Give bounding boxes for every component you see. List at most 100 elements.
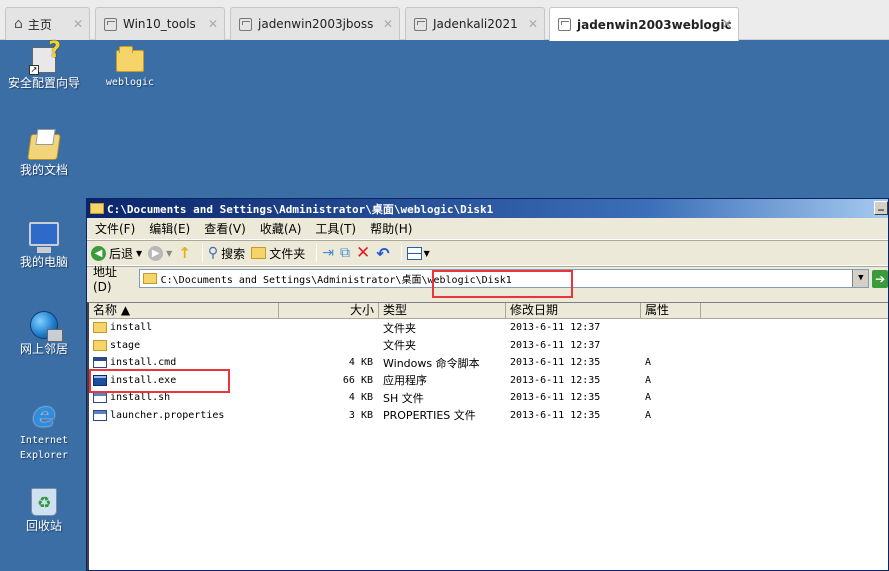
menu-help[interactable]: 帮助(H) xyxy=(370,220,412,237)
file-attributes: A xyxy=(645,374,652,386)
file-row[interactable]: launcher.properties 3 KB PROPERTIES 文件 2… xyxy=(89,407,888,425)
toolbar-separator xyxy=(201,244,203,262)
menu-favorites[interactable]: 收藏(A) xyxy=(260,220,302,237)
column-header-modified[interactable]: 修改日期 xyxy=(506,303,641,318)
tab-jadenwin2003jboss[interactable]: jadenwin2003jboss ✕ xyxy=(230,7,400,40)
up-folder-button[interactable]: ↑ xyxy=(178,244,191,262)
move-to-button[interactable]: ⇥ xyxy=(322,245,334,261)
file-attributes: A xyxy=(645,357,652,369)
menu-view[interactable]: 查看(V) xyxy=(204,220,246,237)
close-icon[interactable]: ✕ xyxy=(383,17,393,31)
properties-file-icon xyxy=(93,409,107,421)
column-header-row: 名称 ▲ 大小 类型 修改日期 属性 xyxy=(89,303,888,319)
column-header-attributes[interactable]: 属性 xyxy=(641,303,701,318)
window-title-bar[interactable]: C:\Documents and Settings\Administrator\… xyxy=(87,199,888,218)
file-type: 应用程序 xyxy=(383,374,427,388)
close-icon[interactable]: ✕ xyxy=(528,17,538,31)
folder-icon xyxy=(116,46,144,72)
tab-home[interactable]: ⌂ 主页 ✕ xyxy=(5,7,90,40)
file-row[interactable]: stage 文件夹 2013-6-11 12:37 xyxy=(89,337,888,355)
vm-tab-bar: ⌂ 主页 ✕ Win10_tools ✕ jadenwin2003jboss ✕… xyxy=(0,0,889,41)
close-icon[interactable]: ✕ xyxy=(722,17,732,31)
vm-icon xyxy=(239,17,252,31)
tab-label: 主页 xyxy=(27,17,52,32)
tab-label: jadenwin2003jboss xyxy=(258,17,374,31)
minimize-button[interactable]: _ xyxy=(874,201,888,215)
desktop-icon-security-wizard[interactable]: ? ↗ 安全配置向导 xyxy=(2,38,86,91)
file-row[interactable]: install 文件夹 2013-6-11 12:37 xyxy=(89,319,888,337)
toolbar-separator xyxy=(316,244,318,262)
dropdown-arrow-icon: ▼ xyxy=(136,248,143,258)
file-modified: 2013-6-11 12:37 xyxy=(510,339,601,351)
file-size: 66 KB xyxy=(342,374,373,386)
column-header-type[interactable]: 类型 xyxy=(379,303,506,318)
dropdown-arrow-icon: ▼ xyxy=(423,248,430,258)
go-button[interactable]: ➔ xyxy=(872,269,888,288)
file-size: 4 KB xyxy=(348,357,373,369)
file-modified: 2013-6-11 12:37 xyxy=(510,322,601,334)
desktop-icon-network-places[interactable]: 网上邻居 xyxy=(2,311,86,357)
file-name: install xyxy=(110,322,153,334)
file-type: 文件夹 xyxy=(383,321,416,335)
file-type: SH 文件 xyxy=(383,391,424,405)
file-modified: 2013-6-11 12:35 xyxy=(510,409,601,421)
menu-file[interactable]: 文件(F) xyxy=(95,220,135,237)
recycle-bin-icon xyxy=(31,488,57,516)
home-icon: ⌂ xyxy=(14,16,23,32)
file-modified: 2013-6-11 12:35 xyxy=(510,392,601,404)
search-label: 搜索 xyxy=(221,246,246,261)
file-type: 文件夹 xyxy=(383,339,416,353)
menu-tools[interactable]: 工具(T) xyxy=(315,220,356,237)
views-button[interactable]: ▼ xyxy=(406,246,430,260)
file-size: 4 KB xyxy=(348,392,373,404)
desktop-icon-my-documents[interactable]: 我的文档 xyxy=(2,134,86,178)
file-modified: 2013-6-11 12:35 xyxy=(510,357,601,369)
column-header-name[interactable]: 名称 ▲ xyxy=(89,303,279,318)
tab-jadenwin2003weblogic[interactable]: jadenwin2003weblogic ✕ xyxy=(549,7,739,41)
toolbar-separator xyxy=(400,244,402,262)
menu-bar: 文件(F) 编辑(E) 查看(V) 收藏(A) 工具(T) 帮助(H) xyxy=(87,218,888,240)
sh-file-icon xyxy=(93,392,107,404)
tab-jadenkali2021[interactable]: Jadenkali2021 ✕ xyxy=(405,7,545,40)
desktop-icon-recycle-bin[interactable]: 回收站 xyxy=(2,488,86,534)
close-icon[interactable]: ✕ xyxy=(73,17,83,31)
folders-button[interactable]: 文件夹 xyxy=(251,245,305,262)
file-attributes: A xyxy=(645,409,652,421)
delete-icon[interactable]: ✕ xyxy=(356,243,370,263)
dropdown-arrow-icon: ▼ xyxy=(166,248,173,258)
back-label: 后退 xyxy=(109,246,134,261)
forward-button[interactable]: ▶ ▼ xyxy=(148,245,173,261)
undo-icon[interactable]: ↶ xyxy=(376,244,389,263)
desktop-icon-weblogic[interactable]: weblogic xyxy=(88,46,172,90)
cmd-script-icon xyxy=(93,357,107,369)
desktop-icon-label: 网上邻居 xyxy=(19,342,68,356)
back-button[interactable]: ◀ 后退 ▼ xyxy=(91,245,142,262)
search-button[interactable]: ⚲ 搜索 xyxy=(208,245,245,262)
copy-to-button[interactable]: ⧉ xyxy=(340,245,350,261)
close-icon[interactable]: ✕ xyxy=(208,17,218,31)
desktop-icon-internet-explorer[interactable]: e Internet Explorer xyxy=(2,398,86,463)
window-title: C:\Documents and Settings\Administrator\… xyxy=(107,202,494,216)
security-wizard-icon: ? ↗ xyxy=(29,38,61,75)
address-dropdown-button[interactable]: ▼ xyxy=(852,270,869,287)
forward-arrow-icon: ▶ xyxy=(148,245,164,261)
toolbar: ◀ 后退 ▼ ▶ ▼ ↑ ⚲ 搜索 文件夹 ⇥ ⧉ ✕ ↶ ▼ xyxy=(87,240,888,266)
folder-icon xyxy=(93,322,107,334)
desktop-icon-label: weblogic xyxy=(105,77,155,88)
my-computer-icon xyxy=(29,222,59,253)
my-documents-icon xyxy=(27,134,61,160)
file-name: install.cmd xyxy=(110,357,177,369)
column-header-size[interactable]: 大小 xyxy=(279,303,379,318)
back-arrow-icon: ◀ xyxy=(91,245,106,261)
tab-label: Win10_tools xyxy=(123,17,196,31)
highlight-box-install-exe xyxy=(89,369,230,393)
file-name: launcher.properties xyxy=(110,409,225,421)
tab-win10-tools[interactable]: Win10_tools ✕ xyxy=(95,7,225,40)
folder-icon xyxy=(142,273,157,284)
vm-icon xyxy=(558,18,571,31)
desktop-icon-my-computer[interactable]: 我的电脑 xyxy=(2,222,86,270)
menu-edit[interactable]: 编辑(E) xyxy=(149,220,190,237)
file-size: 3 KB xyxy=(348,409,373,421)
desktop-icon-label: 我的电脑 xyxy=(19,255,68,269)
desktop-icon-label: 安全配置向导 xyxy=(7,76,80,90)
